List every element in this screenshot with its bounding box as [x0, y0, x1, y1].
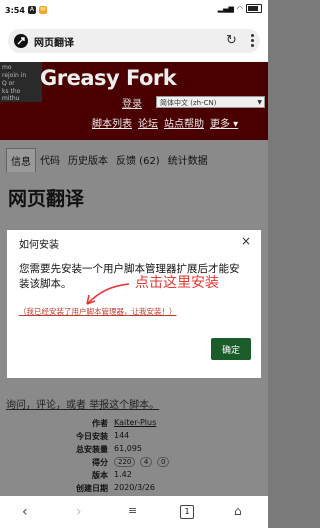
info-key: 总安装量 [76, 445, 108, 454]
nav-help[interactable]: 站点帮助 [164, 115, 204, 130]
forward-icon[interactable]: › [76, 504, 82, 520]
logo-text: mo [2, 64, 12, 71]
logo-text: Q or [2, 80, 15, 87]
info-row: 版本 1.42 [0, 470, 268, 482]
back-icon[interactable]: ‹ [22, 504, 28, 520]
info-row: 作者 Kaiter-Plus [0, 418, 268, 430]
script-tabs: 信息 代码 历史版本 反馈 (62) 统计数据 [6, 148, 212, 172]
report-link[interactable]: 举报这个脚本。 [89, 400, 159, 411]
nav-scripts[interactable]: 脚本列表 [92, 115, 132, 130]
language-value: 简体中文 (zh-CN) [160, 99, 217, 107]
overflow-menu-icon[interactable] [248, 32, 256, 50]
info-row: 创建日期 2020/3/26 [0, 483, 268, 495]
info-key: 今日安装 [76, 432, 108, 441]
info-key: 创建日期 [76, 484, 108, 493]
status-icons: ▂▄▆ ◠ [218, 4, 262, 13]
info-row: 得分 220 4 0 [0, 457, 268, 469]
info-value: 61,095 [114, 444, 142, 453]
tab-info[interactable]: 信息 [6, 148, 36, 172]
confirm-button[interactable]: 确定 [211, 338, 251, 360]
feedback-link[interactable]: 询问，评论，或者 [6, 400, 89, 411]
status-bar: 3:54 A ✉ ▂▄▆ ◠ [0, 0, 268, 20]
nav-forum[interactable]: 论坛 [138, 115, 158, 130]
site-header: mo rejoin in Q or ks tho mithu Greasy Fo… [0, 62, 268, 140]
info-value: 1.42 [114, 470, 132, 479]
info-key: 作者 [92, 419, 108, 428]
chevron-down-icon: ▼ [257, 99, 262, 106]
author-link[interactable]: Kaiter-Plus [114, 418, 156, 427]
status-time: 3:54 [5, 5, 25, 15]
page-title: 网页翻译 [8, 188, 85, 210]
logo-text: ks tho [2, 88, 21, 95]
reload-icon[interactable]: ↻ [226, 33, 237, 48]
score-good: 220 [114, 457, 136, 467]
site-name[interactable]: Greasy Fork [40, 66, 177, 90]
site-logo[interactable]: mo rejoin in Q or ks tho mithu [0, 62, 42, 102]
tab-code[interactable]: 代码 [36, 148, 64, 172]
tab-stats[interactable]: 统计数据 [164, 148, 212, 172]
site-nav: 脚本列表 论坛 站点帮助 更多 ▾ [92, 115, 238, 130]
info-row: 总安装量 61,095 [0, 444, 268, 456]
dialog-title: 如何安装 [19, 240, 59, 251]
feedback-line: 询问，评论，或者 举报这个脚本。 [6, 396, 159, 411]
app-notification-icon: ✉ [38, 6, 47, 14]
annotation-arrow-icon [86, 283, 130, 305]
browser-toolbar: 网页翻译 ↻ [0, 20, 268, 62]
annotation-text: 点击这里安装 [135, 275, 219, 291]
info-value: 144 [114, 431, 130, 440]
install-dialog: 如何安装 × 您需要先安装一个用户脚本管理器扩展后才能安装该脚本。 点击这里安装… [7, 230, 261, 378]
logo-text: mithu [2, 95, 20, 102]
score-pills: 220 4 0 [114, 457, 171, 467]
login-link[interactable]: 登录 [122, 95, 142, 110]
wifi-icon: ◠ [236, 4, 243, 13]
page-title-in-address: 网页翻译 [34, 38, 74, 49]
tab-history[interactable]: 历史版本 [64, 148, 112, 172]
address-bar[interactable]: 网页翻译 ↻ [8, 29, 260, 53]
info-row: 今日安装 144 [0, 431, 268, 443]
info-value: 2020/3/26 [114, 483, 156, 492]
battery-icon [246, 4, 262, 13]
close-icon[interactable]: × [241, 234, 251, 248]
score-bad: 0 [156, 457, 170, 467]
language-select[interactable]: 简体中文 (zh-CN) ▼ [156, 96, 265, 108]
signal-icon: ▂▄▆ [217, 4, 234, 13]
info-key: 版本 [92, 471, 108, 480]
app-notification-icon: A [27, 6, 36, 14]
nav-more[interactable]: 更多 ▾ [210, 115, 238, 130]
score-ok: 4 [139, 457, 153, 467]
already-installed-link[interactable]: （我已经安装了用户脚本管理器，让我安装！） [19, 306, 177, 317]
menu-icon[interactable]: ≡ [128, 504, 137, 517]
browser-bottom-bar: ‹ › ≡ 1 ⌂ [0, 496, 268, 528]
home-icon[interactable]: ⌂ [234, 504, 242, 518]
logo-text: rejoin in [2, 72, 27, 79]
tabs-button[interactable]: 1 [180, 505, 194, 519]
info-key: 得分 [92, 458, 108, 467]
tab-feedback[interactable]: 反馈 (62) [112, 148, 164, 172]
site-icon [14, 34, 28, 48]
